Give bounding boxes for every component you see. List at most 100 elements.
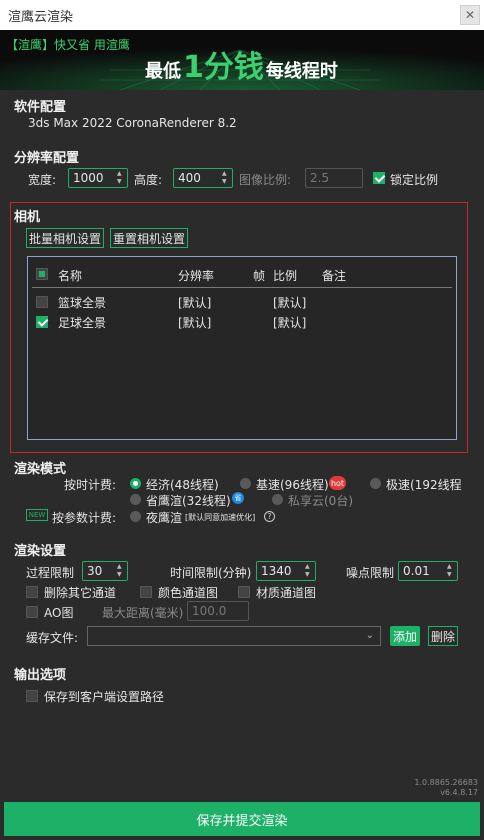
radio-basic[interactable] [240, 478, 251, 489]
height-stepper-arrows[interactable]: ▲ ▼ [222, 170, 230, 186]
help-icon[interactable]: ? [264, 511, 275, 522]
height-input[interactable]: 400 ▲ ▼ [173, 168, 233, 188]
row-1-name[interactable]: 篮球全景 [58, 294, 106, 311]
delete-cache-button[interactable]: 删除 [428, 626, 458, 646]
add-cache-button[interactable]: 添加 [390, 626, 420, 646]
column-header-frame: 帧 [253, 269, 266, 283]
material-channel-checkbox[interactable] [238, 586, 250, 598]
select-all-checkbox[interactable] [36, 268, 48, 280]
time-limit-value: 1340 [261, 564, 292, 578]
delete-other-channels-label: 删除其它通道 [44, 586, 117, 600]
pass-limit-value: 30 [87, 564, 103, 578]
noise-limit-label: 噪点限制 [346, 566, 395, 580]
radio-fast[interactable] [370, 478, 381, 489]
version-line-1: 1.0.8865.26683 [414, 778, 478, 787]
camera-section-title: 相机 [14, 210, 41, 225]
noise-limit-stepper-arrows[interactable]: ▲ ▼ [447, 563, 455, 579]
delete-other-channels-checkbox[interactable] [26, 586, 38, 598]
row-2-name[interactable]: 足球全景 [58, 314, 106, 331]
row-checkbox-1[interactable] [36, 296, 48, 308]
ao-checkbox[interactable] [26, 606, 38, 618]
column-header-resolution: 分辨率 [178, 269, 215, 283]
software-section-title: 软件配置 [14, 100, 67, 115]
camera-table: 名称 分辨率 帧 比例 备注 篮球全景 [默认] [默认] 足球全景 [默认] … [27, 256, 457, 440]
radio-private-cloud [272, 494, 283, 505]
color-channel-label: 颜色通道图 [158, 586, 219, 600]
resolution-section-title: 分辨率配置 [14, 151, 80, 166]
time-limit-input[interactable]: 1340 ▲ ▼ [256, 561, 316, 581]
row-1-ratio[interactable]: [默认] [273, 294, 306, 311]
lock-ratio-checkbox[interactable] [373, 172, 385, 184]
noise-limit-value: 0.01 [403, 564, 430, 578]
save-eagle-badge: 省 [232, 492, 244, 504]
save-client-path-checkbox[interactable] [26, 690, 38, 702]
batch-camera-settings-button[interactable]: 批量相机设置 [26, 228, 104, 248]
column-header-ratio: 比例 [273, 269, 298, 283]
cache-file-label: 缓存文件: [26, 631, 79, 645]
row-2-resolution[interactable]: [默认] [178, 314, 211, 331]
max-distance-value: 100.0 [192, 604, 227, 618]
fast-label[interactable]: 极速(192线程 [386, 476, 462, 493]
banner-headline-prefix: 最低 [145, 61, 181, 82]
ao-label: AO图 [44, 606, 74, 620]
new-tag: NEW [26, 509, 48, 521]
max-distance-input: 100.0 [187, 601, 249, 621]
time-limit-stepper-arrows[interactable]: ▲ ▼ [305, 563, 313, 579]
banner-headline: 最低 1分钱 每线程时 [145, 42, 338, 86]
pass-limit-input[interactable]: 30 ▲ ▼ [82, 561, 128, 581]
save-client-path-label: 保存到客户端设置路径 [44, 690, 165, 704]
version-line-2: v6.4.8.17 [440, 788, 478, 797]
ratio-input: 2.5 [305, 168, 363, 188]
lock-ratio-label: 锁定比例 [390, 173, 439, 187]
banner-brand: 【渲鹰】快又省 用渲鹰 [6, 38, 130, 52]
close-icon[interactable]: ✕ [460, 5, 480, 25]
pass-limit-label: 过程限制 [26, 566, 75, 580]
radio-night-eagle[interactable] [130, 511, 141, 522]
banner-headline-suffix: 每线程时 [265, 61, 338, 82]
pass-limit-stepper-arrows[interactable]: ▲ ▼ [117, 563, 125, 579]
private-cloud-label: 私享云(0台) [288, 494, 353, 508]
table-header-divider [32, 287, 452, 288]
save-and-submit-button[interactable]: 保存并提交渲染 [4, 802, 480, 836]
promo-banner[interactable]: 【渲鹰】快又省 用渲鹰 最低 1分钱 每线程时 [0, 30, 484, 90]
height-value: 400 [178, 171, 201, 185]
ratio-label: 图像比例: [239, 173, 292, 187]
select-all-partial-mark [39, 271, 45, 277]
software-value: 3ds Max 2022 CoronaRenderer 8.2 [28, 116, 237, 130]
row-2-ratio[interactable]: [默认] [273, 314, 306, 331]
radio-economy[interactable] [130, 478, 141, 489]
height-label: 高度: [134, 173, 163, 187]
save-eagle-label[interactable]: 省鹰渲(32线程) [146, 492, 231, 509]
time-limit-label: 时间限制(分钟) [170, 566, 252, 580]
column-header-note: 备注 [322, 269, 347, 283]
render-settings-section-title: 渲染设置 [14, 544, 67, 559]
column-header-name: 名称 [58, 269, 83, 283]
night-eagle-label[interactable]: 夜鹰渲 [146, 509, 182, 526]
reset-camera-settings-button[interactable]: 重置相机设置 [110, 228, 188, 248]
economy-label[interactable]: 经济(48线程) [146, 476, 219, 493]
basic-label[interactable]: 基速(96线程) [256, 476, 329, 493]
width-label: 宽度: [28, 173, 57, 187]
material-channel-label: 材质通道图 [256, 586, 317, 600]
cache-file-select[interactable]: ⌄ [87, 626, 381, 646]
night-eagle-note: [默认同意加速优化] [185, 513, 256, 522]
window-title: 渲鹰云渲染 [8, 9, 74, 25]
radio-save-eagle[interactable] [130, 494, 141, 505]
width-stepper-arrows[interactable]: ▲ ▼ [117, 170, 125, 186]
banner-headline-price: 1分钱 [183, 50, 264, 85]
noise-limit-input[interactable]: 0.01 ▲ ▼ [398, 561, 458, 581]
time-billing-label: 按时计费: [64, 478, 117, 492]
width-input[interactable]: 1000 ▲ ▼ [68, 168, 128, 188]
render-mode-section-title: 渲染模式 [14, 462, 67, 477]
hot-badge: hot [329, 476, 346, 490]
max-distance-label: 最大距离(毫米) [102, 606, 184, 620]
width-value: 1000 [73, 171, 104, 185]
title-bar: 渲鹰云渲染 ✕ [0, 0, 484, 30]
ratio-value: 2.5 [310, 171, 330, 185]
color-channel-checkbox[interactable] [140, 586, 152, 598]
row-1-resolution[interactable]: [默认] [178, 294, 211, 311]
param-billing-label: 按参数计费: [52, 511, 117, 525]
chevron-down-icon: ⌄ [365, 630, 374, 641]
row-checkbox-2[interactable] [36, 316, 48, 328]
output-section-title: 输出选项 [14, 668, 67, 683]
